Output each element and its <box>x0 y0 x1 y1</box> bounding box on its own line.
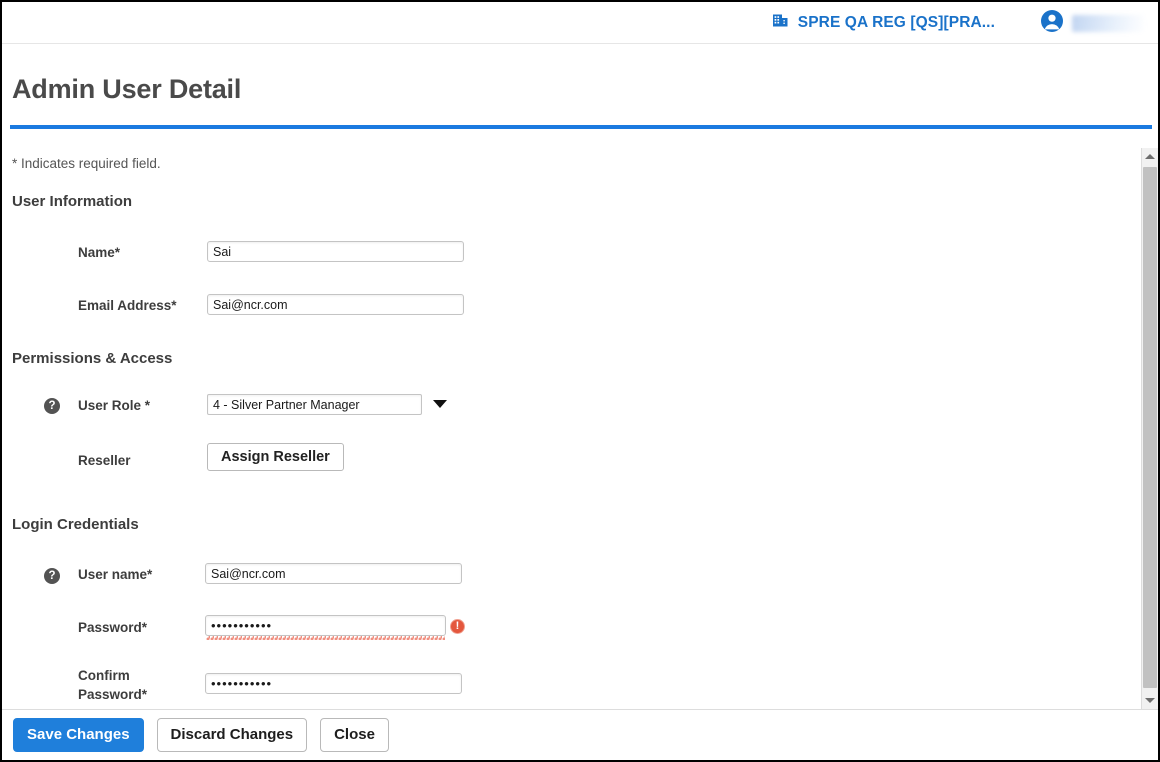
page-title: Admin User Detail <box>12 74 242 104</box>
top-bar-right-group: SPRE QA REG [QS][PRA... <box>772 2 1144 44</box>
user-name-label <box>1072 14 1144 32</box>
user-role-select-wrapper: 4 - Silver Partner Manager <box>207 394 447 415</box>
label-user-name: User name* <box>78 567 153 582</box>
password-invalid-underline <box>206 636 445 640</box>
name-input[interactable] <box>207 241 464 262</box>
close-button[interactable]: Close <box>320 718 389 752</box>
top-bar: SPRE QA REG [QS][PRA... <box>2 2 1158 44</box>
label-email-address: Email Address* <box>78 298 177 313</box>
label-confirm-password: Confirm Password* <box>78 668 148 702</box>
title-divider <box>10 125 1152 129</box>
scroll-up-glyph <box>1145 154 1155 159</box>
discard-changes-button[interactable]: Discard Changes <box>156 718 308 752</box>
organization-selector[interactable]: SPRE QA REG [QS][PRA... <box>772 12 995 34</box>
user-name-input[interactable] <box>205 563 462 584</box>
label-reseller: Reseller <box>78 453 131 468</box>
section-heading-permissions-access: Permissions & Access <box>12 350 173 367</box>
section-heading-user-information: User Information <box>12 193 133 210</box>
app-window: SPRE QA REG [QS][PRA... Admin User Detai… <box>0 0 1160 762</box>
label-name: Name* <box>78 245 121 260</box>
user-name-help-icon[interactable]: ? <box>44 568 60 584</box>
form-scroll-area[interactable]: * Indicates required field. User Informa… <box>2 148 1158 709</box>
password-input[interactable] <box>205 615 446 636</box>
scroll-down-glyph <box>1145 698 1155 703</box>
footer-action-bar: Save Changes Discard Changes Close <box>2 710 1158 760</box>
user-menu[interactable] <box>1040 9 1144 38</box>
building-icon <box>772 12 789 34</box>
label-user-role: User Role * <box>78 398 151 413</box>
organization-label: SPRE QA REG [QS][PRA... <box>797 14 995 31</box>
label-password: Password* <box>78 620 148 635</box>
email-address-input[interactable] <box>207 294 464 315</box>
required-field-note: * Indicates required field. <box>12 156 161 171</box>
save-changes-button[interactable]: Save Changes <box>13 718 144 752</box>
confirm-password-input[interactable] <box>205 673 462 694</box>
user-avatar-icon <box>1040 9 1064 38</box>
user-role-help-icon[interactable]: ? <box>44 398 60 414</box>
user-role-select[interactable]: 4 - Silver Partner Manager <box>207 394 422 415</box>
scroll-down-arrow-icon[interactable] <box>1142 692 1158 709</box>
password-error-icon[interactable]: ! <box>450 619 465 634</box>
section-heading-login-credentials: Login Credentials <box>12 516 139 533</box>
scroll-up-arrow-icon[interactable] <box>1142 148 1158 165</box>
scrollbar-thumb[interactable] <box>1143 167 1157 688</box>
chevron-down-icon[interactable] <box>433 400 447 408</box>
vertical-scrollbar[interactable] <box>1141 148 1158 709</box>
assign-reseller-button[interactable]: Assign Reseller <box>207 443 344 471</box>
